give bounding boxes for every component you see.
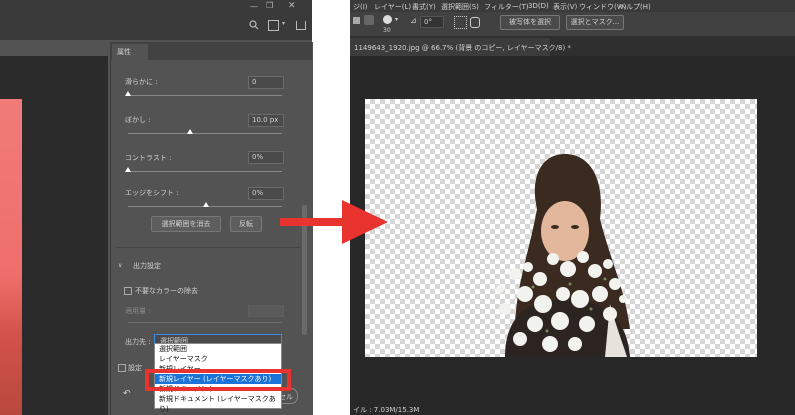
feather-slider[interactable] [128, 133, 282, 134]
select-subject-button[interactable]: 被写体を選択 [500, 15, 560, 30]
shift-edge-value: 0% [252, 189, 264, 197]
feather-label: ぼかし : [125, 116, 151, 124]
angle-icon: ⊿ [410, 16, 417, 25]
status-bar: イル : 7.03M/15.3M [350, 401, 795, 415]
contrast-field[interactable]: 0% [248, 151, 284, 164]
tab-properties-label: 属性 [117, 48, 131, 56]
tab-properties[interactable]: 属性 [112, 44, 148, 60]
decontaminate-checkbox[interactable] [124, 287, 132, 295]
menu-3d[interactable]: 3D(D) [528, 2, 549, 10]
share-icon[interactable] [296, 21, 306, 30]
brush-mode-icon[interactable] [353, 17, 360, 24]
document-canvas[interactable] [365, 99, 757, 357]
menu-filter[interactable]: フィルター(T) [484, 2, 529, 12]
decontaminate-label: 不要なカラーの除去 [135, 287, 198, 295]
feather-slider-thumb[interactable] [187, 129, 193, 134]
smooth-slider-thumb[interactable] [125, 91, 131, 96]
output-to-label: 出力先 : [125, 338, 151, 346]
menu-select[interactable]: 選択範囲(S) [441, 2, 479, 12]
angle-value: 0° [424, 18, 432, 26]
amount-field [248, 305, 284, 317]
menu-type[interactable]: 書式(Y) [412, 2, 436, 12]
clear-selection-button[interactable]: 選択範囲を消去 [151, 216, 221, 232]
minimize-icon[interactable]: — [250, 2, 258, 11]
reset-icon[interactable]: ↶ [123, 389, 131, 399]
scatter-icon[interactable] [454, 16, 467, 29]
highlight-box [145, 369, 291, 391]
brush-preset-icon[interactable] [383, 15, 392, 24]
output-section-chevron-icon[interactable]: ∨ [118, 262, 122, 269]
menu-help[interactable]: ヘルプ(H) [619, 2, 651, 12]
option-new-document-with-mask[interactable]: 新規ドキュメント (レイヤーマスクあり) [155, 394, 281, 413]
chevron-down-icon[interactable]: ▾ [282, 20, 285, 27]
document-tab[interactable]: 1149643_1920.jpg @ 66.7% (背景 のコピー, レイヤーマ… [350, 38, 571, 56]
angle-field[interactable]: 0° [420, 16, 444, 28]
section-divider [116, 247, 300, 248]
remember-settings-label: 設定 [128, 364, 142, 372]
options-bar: ▾ 30 ⊿ 0° 被写体を選択 選択とマスク... [350, 12, 795, 36]
menu-layer[interactable]: レイヤー(L) [374, 2, 411, 12]
amount-label: 適用量 : [125, 307, 151, 315]
subject-cutout-image [496, 154, 630, 357]
pressure-icon[interactable] [470, 17, 480, 28]
brush-preset-chevron-icon[interactable]: ▾ [395, 16, 398, 23]
document-size-status: イル : 7.03M/15.3M [353, 406, 420, 414]
menu-bar: ジ(I) レイヤー(L) 書式(Y) 選択範囲(S) フィルター(T) 3D(D… [350, 0, 795, 12]
select-and-mask-button[interactable]: 選択とマスク... [566, 15, 624, 30]
workspace-icon[interactable] [268, 20, 279, 31]
option-selection[interactable]: 選択範囲 [155, 344, 281, 354]
contrast-value: 0% [252, 153, 264, 161]
feather-value: 10.0 px [252, 116, 279, 124]
invert-button[interactable]: 反転 [230, 216, 262, 232]
amount-slider [128, 322, 282, 323]
contrast-slider[interactable] [128, 171, 282, 172]
brush-size: 30 [383, 27, 391, 34]
shift-edge-field[interactable]: 0% [248, 187, 284, 200]
search-icon[interactable] [249, 20, 259, 30]
contrast-label: コントラスト : [125, 154, 172, 162]
contrast-slider-thumb[interactable] [125, 167, 131, 172]
output-section-title: 出力設定 [133, 262, 161, 270]
smooth-slider[interactable] [128, 95, 282, 96]
option-layer-mask[interactable]: レイヤーマスク [155, 354, 281, 364]
shift-edge-slider-thumb[interactable] [203, 202, 209, 207]
menu-view[interactable]: 表示(V) [553, 2, 577, 12]
smooth-label: 滑らかに : [125, 78, 158, 86]
document-tab-title: 1149643_1920.jpg @ 66.7% (背景 のコピー, レイヤーマ… [354, 44, 571, 52]
menu-image[interactable]: ジ(I) [353, 2, 368, 12]
smooth-field[interactable]: 0 [248, 76, 284, 89]
feather-field[interactable]: 10.0 px [248, 114, 284, 127]
close-icon[interactable]: ✕ [288, 1, 296, 11]
brush-tool-icon[interactable] [364, 15, 374, 25]
red-overlay-preview [0, 99, 22, 415]
smooth-value: 0 [252, 78, 257, 86]
arrow-right-icon [280, 200, 388, 244]
restore-icon[interactable]: ❐ [266, 1, 273, 10]
remember-settings-checkbox[interactable] [118, 364, 126, 372]
shift-edge-label: エッジをシフト : [125, 189, 179, 197]
